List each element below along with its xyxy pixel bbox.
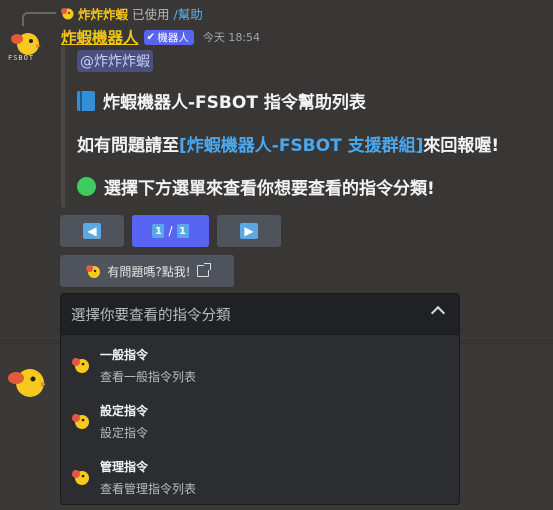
select-option-settings[interactable]: 設定指令 設定指令 [61,392,459,448]
option-description: 設定指令 [100,426,149,440]
support-prefix: 如有問題請至 [77,136,179,156]
bot-emoji-icon [72,470,89,485]
page-indicator-button[interactable]: 1 / 1 [132,215,209,247]
current-page: 1 [152,224,165,238]
select-placeholder: 選擇你要查看的指令分類 [71,307,231,324]
select-options: 一般指令 查看一般指令列表 設定指令 設定指令 管理指令 查看管理指令列表 [60,335,460,505]
next-page-button[interactable]: ▶ [217,215,281,247]
check-icon: ✔ [146,31,156,43]
reply-avatar-icon [61,8,74,20]
embed-instruction-line: 選擇下方選單來查看你想要查看的指令分類! [77,174,435,199]
user-mention[interactable]: @炸炸炸蝦 [77,50,153,72]
category-select[interactable]: 選擇你要查看的指令分類 [60,293,460,335]
message-header: 炸蝦機器人 ✔ 機器人 今天 18:54 [61,27,260,47]
timestamp: 今天 18:54 [202,31,261,44]
next-message-avatar-icon[interactable] [6,364,46,402]
option-description: 查看管理指令列表 [100,482,197,496]
page-separator: / [168,224,173,238]
select-option-general[interactable]: 一般指令 查看一般指令列表 [61,336,459,392]
total-pages: 1 [176,224,189,238]
prev-page-button[interactable]: ◀ [60,215,124,247]
select-option-admin[interactable]: 管理指令 查看管理指令列表 [61,448,459,504]
option-title: 管理指令 [100,460,149,474]
bot-tag: ✔ 機器人 [143,29,194,45]
embed-title-text: 炸蝦機器人-FSBOT 指令幫助列表 [103,93,366,113]
book-icon [77,90,95,111]
embed: @炸炸炸蝦 炸蝦機器人-FSBOT 指令幫助列表 如有問題請至[炸蝦機器人-FS… [61,46,553,208]
support-group-link[interactable]: [炸蝦機器人-FSBOT 支援群組] [179,136,423,156]
help-button-label: 有問題嗎?點我! [107,264,191,279]
left-arrow-icon: ◀ [83,223,101,239]
embed-accent-bar [61,46,65,208]
embed-title: 炸蝦機器人-FSBOT 指令幫助列表 [77,88,366,113]
bot-emoji-icon [86,265,101,278]
option-description: 查看一般指令列表 [100,370,197,384]
option-title: 設定指令 [100,404,149,418]
bot-emoji-icon [72,414,89,429]
instruction-text: 選擇下方選單來查看你想要查看的指令分類! [104,179,435,199]
bot-username[interactable]: 炸蝦機器人 [61,26,139,48]
support-suffix: 來回報喔! [423,136,500,156]
reply-reference[interactable]: 炸炸炸蝦 已使用 /幫助 [22,4,203,26]
external-link-icon [196,263,211,277]
reply-spine [22,12,56,26]
avatar-label: FSBOT [8,54,35,62]
reply-command[interactable]: /幫助 [174,4,203,23]
reply-used-text: 已使用 [132,6,170,22]
bot-tag-label: 機器人 [157,31,189,44]
embed-support-line: 如有問題請至[炸蝦機器人-FSBOT 支援群組]來回報喔! [77,131,499,156]
green-circle-icon [77,177,96,196]
help-link-button[interactable]: 有問題嗎?點我! [60,255,234,287]
bot-emoji-icon [72,358,89,373]
right-arrow-icon: ▶ [240,223,258,239]
option-title: 一般指令 [100,348,149,362]
reply-author[interactable]: 炸炸炸蝦 [78,4,128,23]
chevron-up-icon[interactable] [430,305,446,321]
